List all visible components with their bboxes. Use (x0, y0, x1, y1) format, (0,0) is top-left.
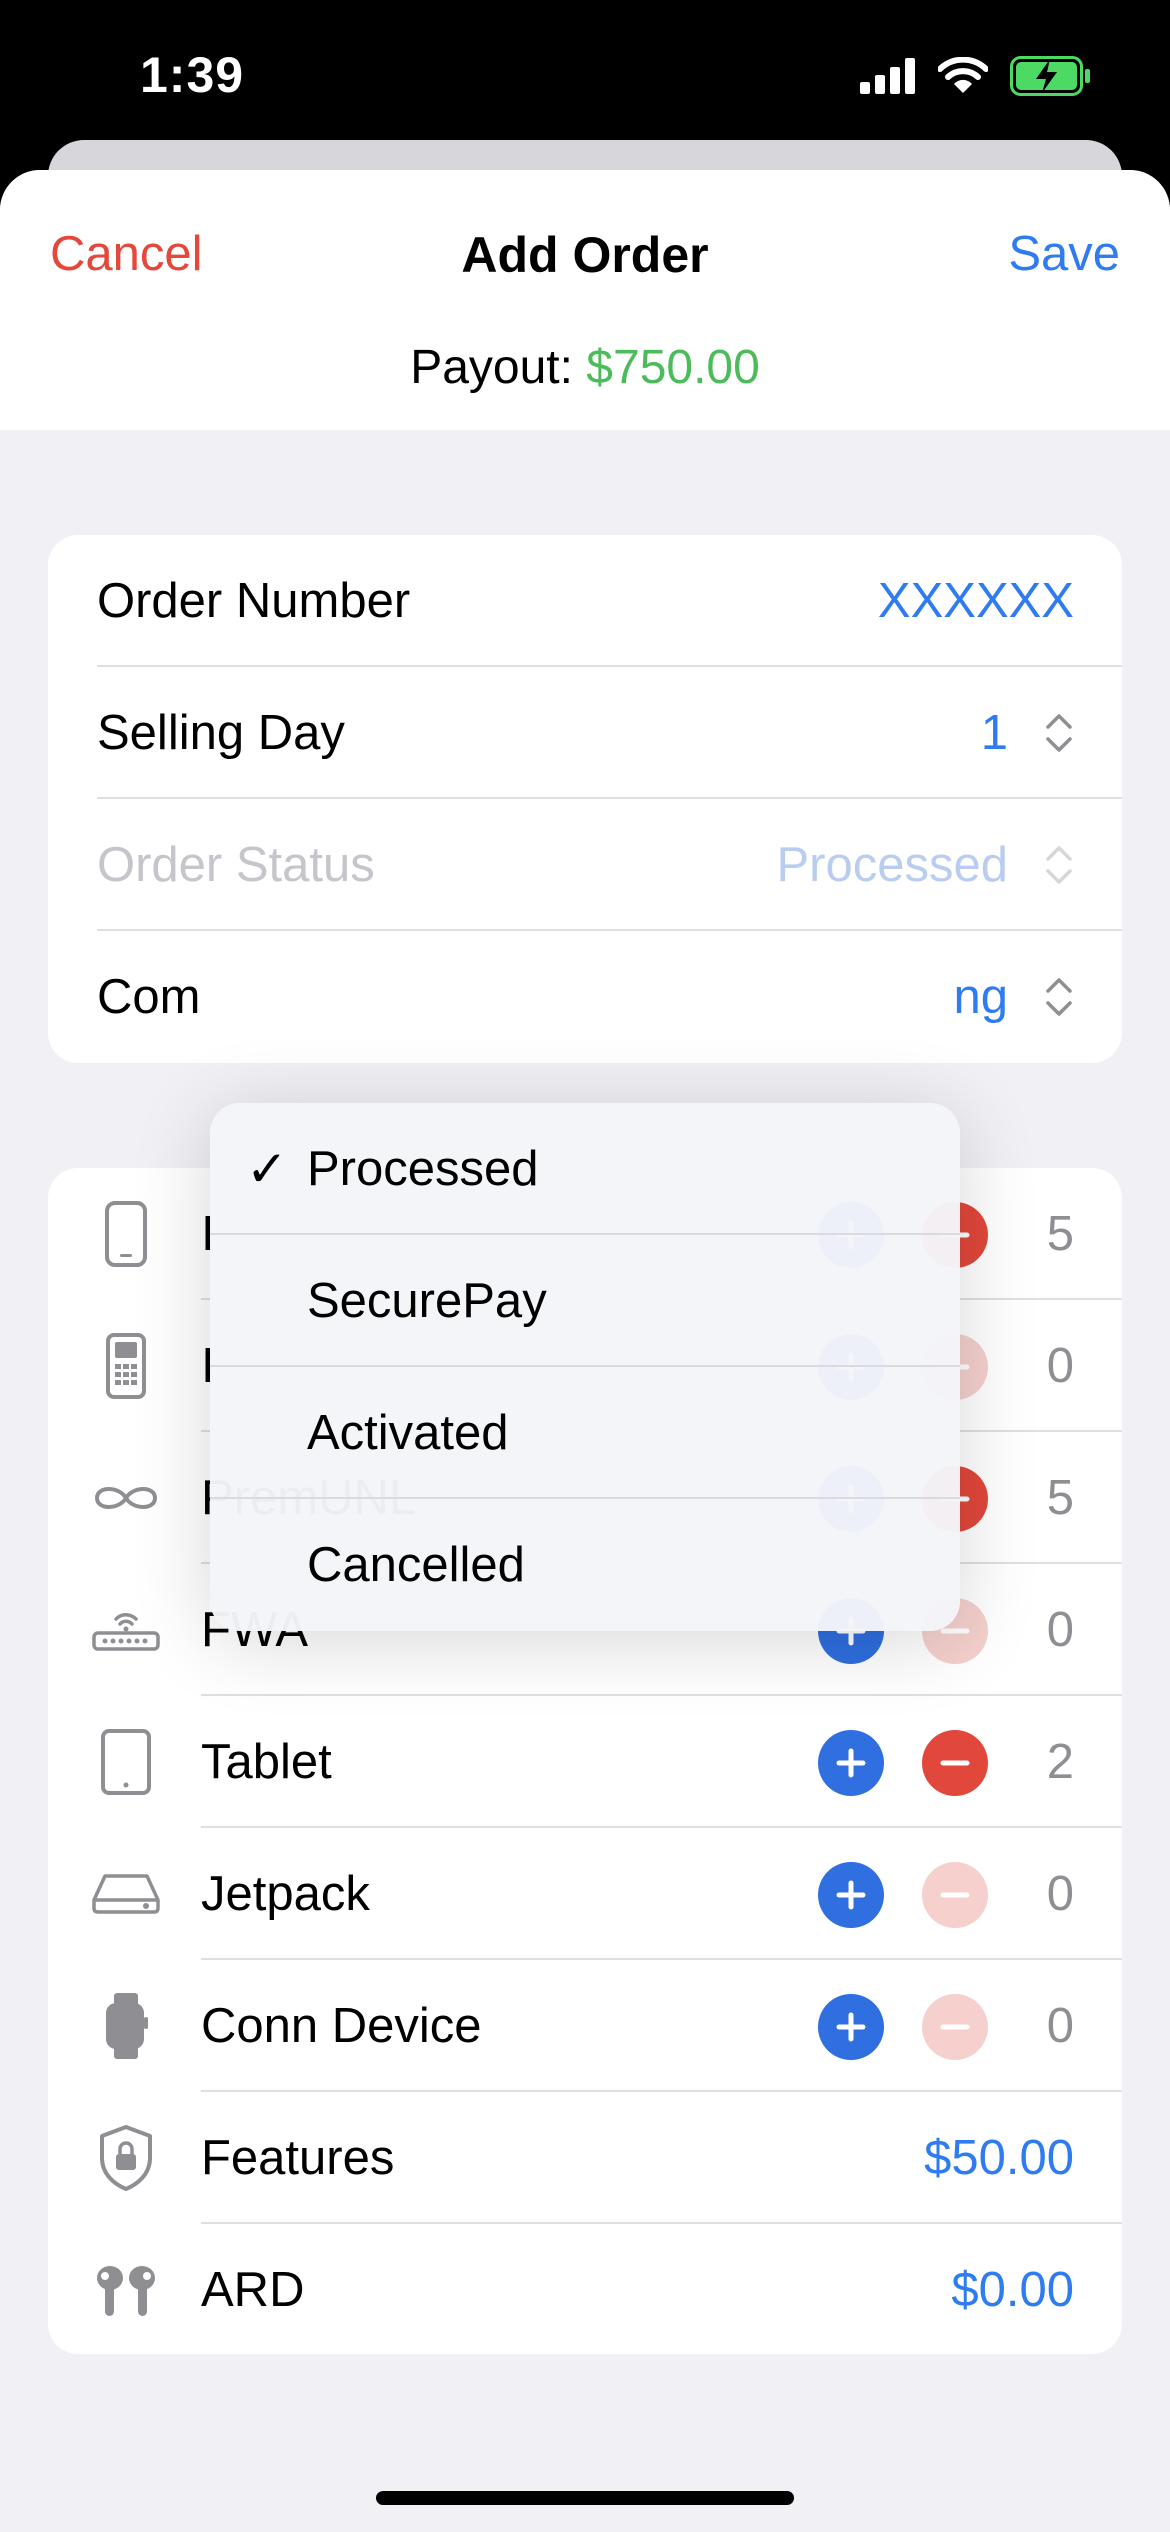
decrement-button[interactable] (922, 1862, 988, 1928)
menu-item-label: Cancelled (307, 1538, 525, 1592)
selling-day-value[interactable]: 1 (981, 667, 1008, 799)
selling-day-label: Selling Day (97, 706, 345, 760)
product-row: Jetpack 0 (48, 1828, 1122, 1960)
menu-item-label: Processed (307, 1142, 539, 1196)
smartphone-icon (86, 1194, 166, 1274)
minus-icon (937, 1745, 973, 1781)
product-row: Tablet 2 (48, 1696, 1122, 1828)
ard-value[interactable]: $0.00 (951, 2224, 1074, 2354)
product-row: Conn Device 0 (48, 1960, 1122, 2092)
page-title: Add Order (461, 227, 709, 283)
features-label: Features (201, 2131, 395, 2185)
commission-value[interactable]: ng (953, 931, 1008, 1063)
basic-phone-icon (86, 1326, 166, 1406)
order-number-label: Order Number (97, 574, 411, 628)
shield-lock-icon (86, 2118, 166, 2198)
router-icon (86, 1590, 166, 1670)
plus-icon (833, 1745, 869, 1781)
plus-icon (833, 2009, 869, 2045)
menu-item-label: SecurePay (307, 1274, 547, 1328)
features-row[interactable]: Features $50.00 (48, 2092, 1122, 2224)
selling-day-row[interactable]: Selling Day 1 (48, 667, 1122, 799)
product-count: 0 (1046, 1603, 1074, 1657)
ard-row[interactable]: ARD $0.00 (48, 2224, 1122, 2354)
payout-summary: Payout: $750.00 (0, 340, 1170, 395)
menu-item-activated[interactable]: Activated (210, 1367, 960, 1499)
product-count: 0 (1046, 1867, 1074, 1921)
order-status-row[interactable]: Order Status Processed (48, 799, 1122, 931)
chevron-up-down-icon (1046, 846, 1072, 884)
navigation-bar: Cancel Add Order Save Payout: $750.00 (0, 170, 1170, 430)
hotspot-icon (86, 1854, 166, 1934)
ard-label: ARD (201, 2263, 305, 2317)
product-count: 5 (1046, 1207, 1074, 1261)
product-count: 2 (1046, 1735, 1074, 1789)
increment-button[interactable] (818, 1862, 884, 1928)
status-time: 1:39 (140, 47, 245, 103)
home-indicator (376, 2491, 794, 2505)
order-number-field[interactable]: XXXXXX (878, 535, 1074, 667)
order-details-card: Order Number XXXXXX Selling Day 1 Order … (48, 535, 1122, 1063)
cellular-signal-icon (860, 58, 915, 94)
increment-button[interactable] (818, 1730, 884, 1796)
watch-icon (86, 1986, 166, 2066)
status-icons (860, 56, 1092, 96)
product-label: Tablet (201, 1735, 332, 1789)
plus-icon (833, 1877, 869, 1913)
save-button[interactable]: Save (1008, 226, 1120, 282)
chevron-up-down-icon (1046, 978, 1072, 1016)
product-label: Conn Device (201, 1999, 482, 2053)
infinity-icon (86, 1458, 166, 1538)
commission-label: Com (97, 970, 201, 1024)
payout-label: Payout: (410, 341, 587, 394)
commission-row[interactable]: Com ng (48, 931, 1122, 1063)
menu-item-processed[interactable]: ✓ Processed (210, 1103, 960, 1235)
status-bar: 1:39 (0, 0, 1170, 150)
features-value[interactable]: $50.00 (924, 2092, 1074, 2224)
minus-icon (937, 2009, 973, 2045)
earbuds-icon (86, 2250, 166, 2330)
chevron-up-down-icon (1046, 714, 1072, 752)
menu-item-cancelled[interactable]: Cancelled (210, 1499, 960, 1631)
order-status-label: Order Status (97, 838, 375, 892)
minus-icon (937, 1877, 973, 1913)
add-order-sheet: Cancel Add Order Save Payout: $750.00 Or… (0, 170, 1170, 2532)
order-number-row[interactable]: Order Number XXXXXX (48, 535, 1122, 667)
order-status-value[interactable]: Processed (776, 799, 1008, 931)
menu-item-label: Activated (307, 1406, 509, 1460)
payout-value: $750.00 (586, 341, 760, 394)
product-label: Jetpack (201, 1867, 370, 1921)
product-count: 5 (1046, 1471, 1074, 1525)
product-count: 0 (1046, 1339, 1074, 1393)
wifi-icon (938, 57, 988, 93)
decrement-button[interactable] (922, 1730, 988, 1796)
tablet-icon (86, 1722, 166, 1802)
product-count: 0 (1046, 1999, 1074, 2053)
increment-button[interactable] (818, 1994, 884, 2060)
decrement-button[interactable] (922, 1994, 988, 2060)
menu-item-securepay[interactable]: SecurePay (210, 1235, 960, 1367)
checkmark-icon: ✓ (246, 1141, 288, 1197)
battery-charging-icon (1010, 56, 1090, 96)
order-status-menu: ✓ Processed SecurePay Activated Cancelle… (210, 1103, 960, 1631)
